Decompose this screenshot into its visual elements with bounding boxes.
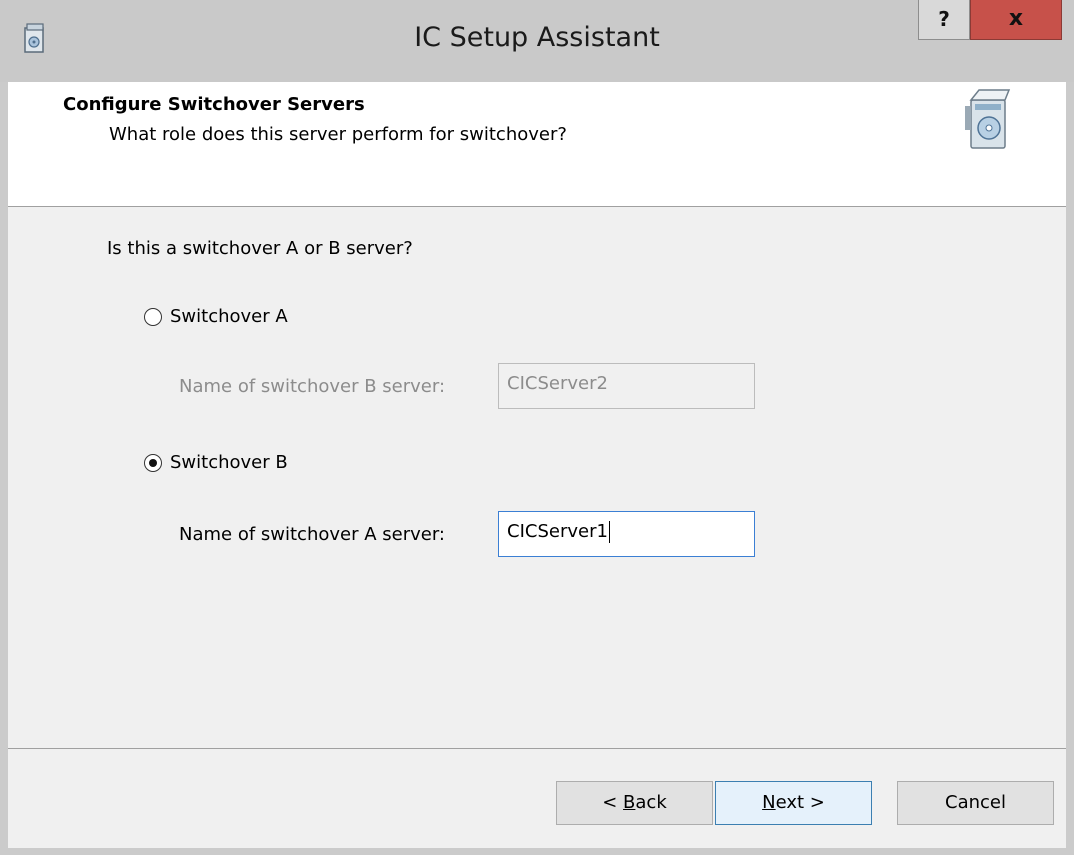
help-button[interactable]: ? bbox=[918, 0, 970, 40]
next-rest: ext > bbox=[775, 792, 825, 813]
switchover-b-server-label: Name of switchover B server: bbox=[179, 376, 446, 397]
role-question: Is this a switchover A or B server? bbox=[107, 238, 413, 259]
switchover-a-radio[interactable] bbox=[144, 307, 162, 326]
back-accelerator: B bbox=[623, 792, 636, 813]
next-accelerator: N bbox=[762, 792, 776, 813]
page-subtitle: What role does this server perform for s… bbox=[109, 124, 567, 145]
back-button[interactable]: < Back bbox=[556, 781, 713, 825]
switchover-b-option[interactable]: Switchover B bbox=[144, 452, 288, 473]
switchover-b-radio[interactable] bbox=[144, 453, 162, 472]
window-title: IC Setup Assistant bbox=[414, 22, 660, 53]
switchover-a-label: Switchover A bbox=[170, 306, 288, 327]
page-title: Configure Switchover Servers bbox=[63, 94, 365, 115]
setup-window: IC Setup Assistant ? x Configure Switcho… bbox=[0, 0, 1074, 855]
switchover-b-server-input[interactable]: CICServer2 bbox=[498, 363, 755, 409]
dialog-client-area: Configure Switchover Servers What role d… bbox=[8, 82, 1066, 848]
cancel-button[interactable]: Cancel bbox=[897, 781, 1054, 825]
switchover-a-server-input[interactable]: CICServer1 bbox=[498, 511, 755, 557]
switchover-a-server-value: CICServer1 bbox=[507, 521, 608, 542]
back-rest: ack bbox=[635, 792, 667, 813]
switchover-a-option[interactable]: Switchover A bbox=[144, 306, 288, 327]
setup-box-icon bbox=[963, 86, 1013, 152]
footer-divider bbox=[8, 748, 1066, 749]
switchover-b-label: Switchover B bbox=[170, 452, 288, 473]
text-caret bbox=[608, 521, 610, 543]
back-prefix: < bbox=[602, 792, 624, 813]
switchover-a-server-label: Name of switchover A server: bbox=[179, 524, 445, 545]
close-button[interactable]: x bbox=[970, 0, 1062, 40]
title-bar[interactable]: IC Setup Assistant ? x bbox=[0, 0, 1074, 82]
next-button[interactable]: Next > bbox=[715, 781, 872, 825]
wizard-header: Configure Switchover Servers What role d… bbox=[8, 82, 1066, 207]
